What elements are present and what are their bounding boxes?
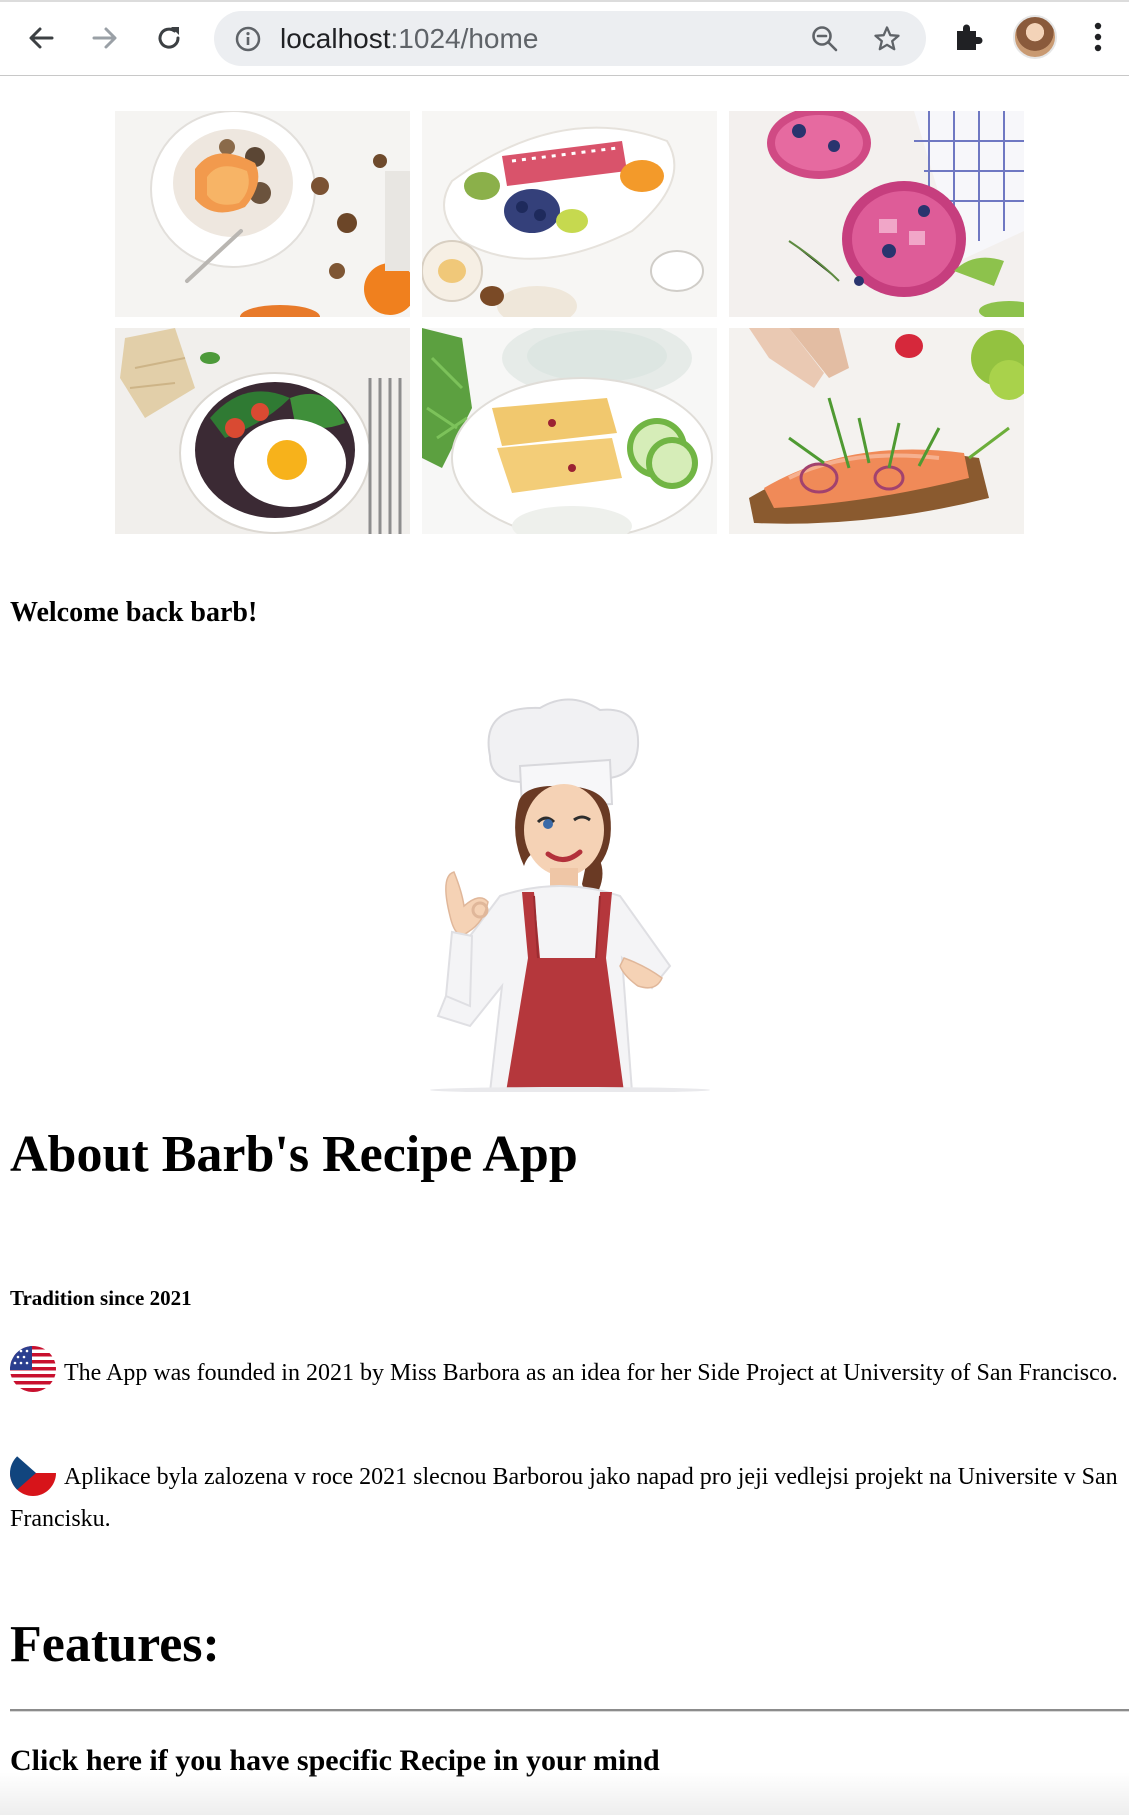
features-title: Features: xyxy=(10,1616,220,1673)
tradition-subtitle: Tradition since 2021 xyxy=(10,1286,192,1310)
chef-illustration xyxy=(410,696,730,1093)
about-text-en: The App was founded in 2021 by Miss Barb… xyxy=(64,1360,1118,1386)
welcome-message: Welcome back barb! xyxy=(10,597,258,628)
url-host: localhost xyxy=(280,23,391,54)
info-icon[interactable] xyxy=(234,25,262,58)
about-paragraph-en: The App was founded in 2021 by Miss Barb… xyxy=(10,1346,1125,1394)
forward-arrow-icon[interactable] xyxy=(86,19,124,57)
url-path: :1024/home xyxy=(390,23,539,54)
fruit-platter-photo xyxy=(422,111,717,317)
czech-flag-icon xyxy=(10,1450,56,1496)
back-arrow-icon[interactable] xyxy=(22,19,60,57)
salmon-toast-photo xyxy=(729,328,1024,534)
section-divider xyxy=(10,1709,1129,1712)
about-title: About Barb's Recipe App xyxy=(10,1126,578,1183)
granola-peach-bowl-photo xyxy=(115,111,410,317)
food-gallery xyxy=(115,111,1024,534)
about-paragraph-cz: Aplikace byla zalozena v roce 2021 slecn… xyxy=(10,1450,1125,1540)
address-bar[interactable]: localhost:1024/home xyxy=(214,11,926,66)
berry-drinks-photo xyxy=(729,111,1024,317)
egg-salad-photo xyxy=(115,328,410,534)
bread-cucumber-dip-photo xyxy=(422,328,717,534)
about-text-cz: Aplikace byla zalozena v roce 2021 slecn… xyxy=(10,1464,1118,1532)
kebab-menu-icon[interactable] xyxy=(1085,19,1111,60)
zoom-out-icon[interactable] xyxy=(810,24,840,59)
extensions-puzzle-icon[interactable] xyxy=(952,19,986,58)
browser-toolbar: localhost:1024/home xyxy=(0,0,1129,76)
us-flag-icon xyxy=(10,1346,56,1392)
star-icon[interactable] xyxy=(872,24,902,59)
bottom-fade xyxy=(0,1772,1129,1815)
profile-avatar[interactable] xyxy=(1013,15,1057,59)
reload-icon[interactable] xyxy=(150,19,188,57)
url-text[interactable]: localhost:1024/home xyxy=(280,21,538,57)
